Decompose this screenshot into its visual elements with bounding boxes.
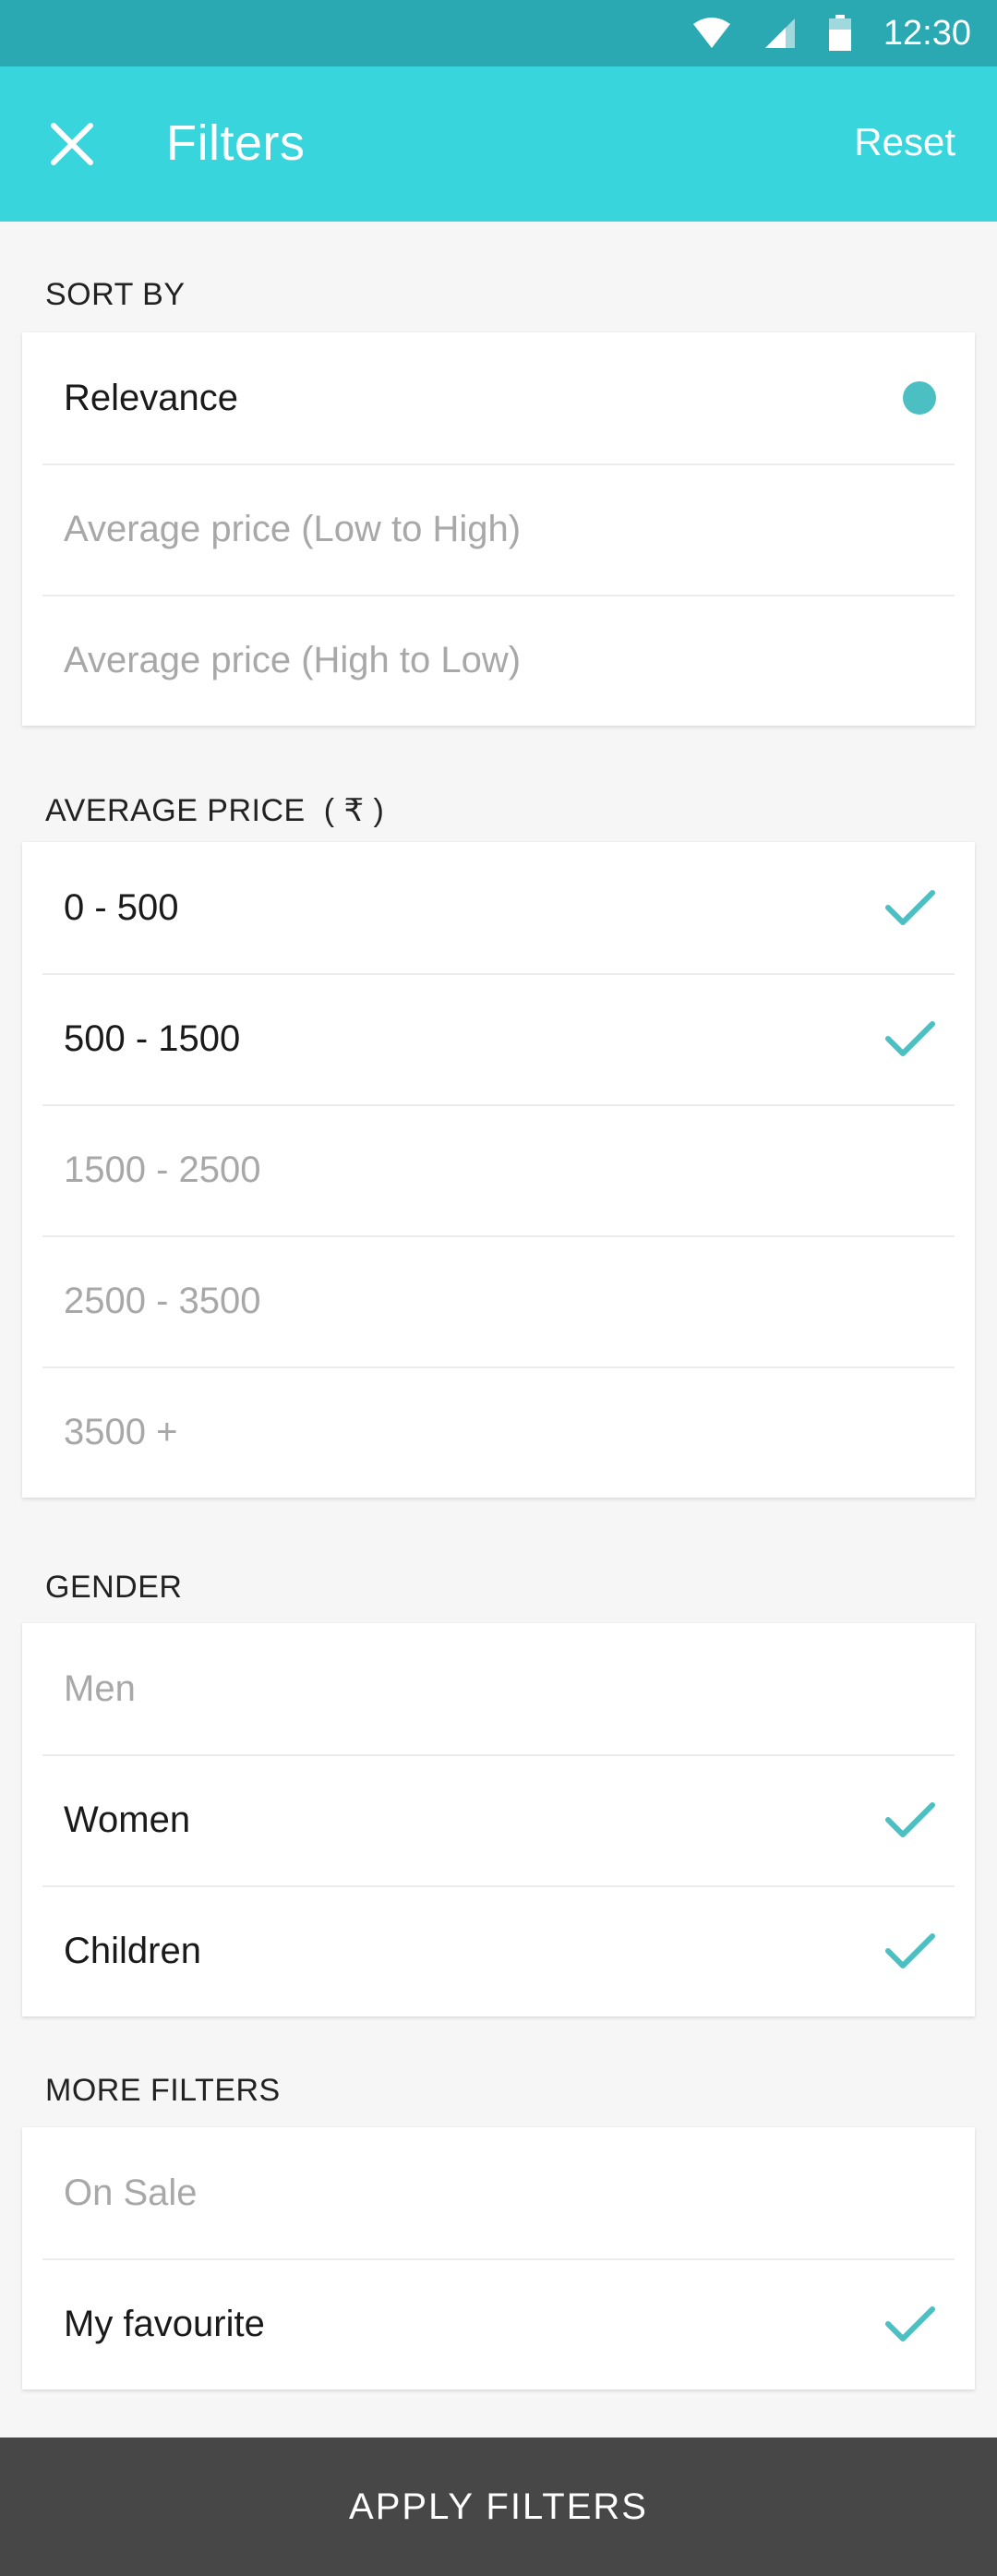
gender-heading: GENDER <box>45 1570 183 1605</box>
price-option-2500-3500[interactable]: 2500 - 3500 <box>22 1235 975 1366</box>
price-option-label: 3500 + <box>64 1411 178 1452</box>
price-option-0-500[interactable]: 0 - 500 <box>22 842 975 973</box>
sort-option-price-low-high[interactable]: Average price (Low to High) <box>22 463 975 595</box>
price-option-label: 500 - 1500 <box>64 1017 241 1059</box>
close-icon[interactable] <box>46 118 98 170</box>
status-time: 12:30 <box>883 13 971 53</box>
check-icon <box>885 890 935 925</box>
filter-option-label: On Sale <box>64 2172 198 2213</box>
check-icon <box>885 1802 935 1837</box>
gender-option-men[interactable]: Men <box>22 1623 975 1754</box>
sort-by-card: Relevance Average price (Low to High) Av… <box>22 332 975 726</box>
filter-option-on-sale[interactable]: On Sale <box>22 2127 975 2258</box>
more-filters-card: On Sale My favourite <box>22 2127 975 2389</box>
gender-option-label: Women <box>64 1799 191 1840</box>
average-price-card: 0 - 500 500 - 1500 1500 - 2500 2500 - 35… <box>22 842 975 1498</box>
gender-option-label: Men <box>64 1667 136 1709</box>
price-option-500-1500[interactable]: 500 - 1500 <box>22 973 975 1104</box>
check-icon <box>885 2306 935 2341</box>
gender-option-children[interactable]: Children <box>22 1885 975 2016</box>
filter-option-label: My favourite <box>64 2303 265 2344</box>
check-icon <box>885 1021 935 1056</box>
sort-option-label: Average price (High to Low) <box>64 639 522 680</box>
radio-selected-icon <box>903 381 936 415</box>
page-title: Filters <box>166 115 306 171</box>
average-price-title: AVERAGE PRICE <box>45 793 306 828</box>
currency-label: ( ₹ ) <box>323 793 385 828</box>
apply-filters-button[interactable]: APPLY FILTERS <box>0 2438 997 2576</box>
sort-option-label: Average price (Low to High) <box>64 508 522 549</box>
reset-button[interactable]: Reset <box>854 120 955 164</box>
battery-icon <box>828 15 851 51</box>
more-filters-heading: MORE FILTERS <box>45 2073 281 2108</box>
price-option-1500-2500[interactable]: 1500 - 2500 <box>22 1104 975 1235</box>
price-option-3500-plus[interactable]: 3500 + <box>22 1366 975 1498</box>
sort-option-price-high-low[interactable]: Average price (High to Low) <box>22 595 975 726</box>
filter-option-my-favourite[interactable]: My favourite <box>22 2258 975 2389</box>
price-option-label: 0 - 500 <box>64 886 179 928</box>
gender-option-women[interactable]: Women <box>22 1754 975 1885</box>
average-price-heading: AVERAGE PRICE ( ₹ ) <box>45 792 384 829</box>
wifi-icon <box>692 18 730 48</box>
gender-option-label: Children <box>64 1930 201 1971</box>
gender-card: Men Women Children <box>22 1623 975 2016</box>
sort-option-label: Relevance <box>64 377 239 418</box>
status-bar: 12:30 <box>0 0 997 66</box>
sort-by-heading: SORT BY <box>45 277 186 312</box>
check-icon <box>885 1933 935 1968</box>
sort-option-relevance[interactable]: Relevance <box>22 332 975 463</box>
signal-icon <box>764 18 795 48</box>
price-option-label: 2500 - 3500 <box>64 1280 261 1321</box>
app-bar: Filters Reset <box>0 66 997 222</box>
price-option-label: 1500 - 2500 <box>64 1149 261 1190</box>
